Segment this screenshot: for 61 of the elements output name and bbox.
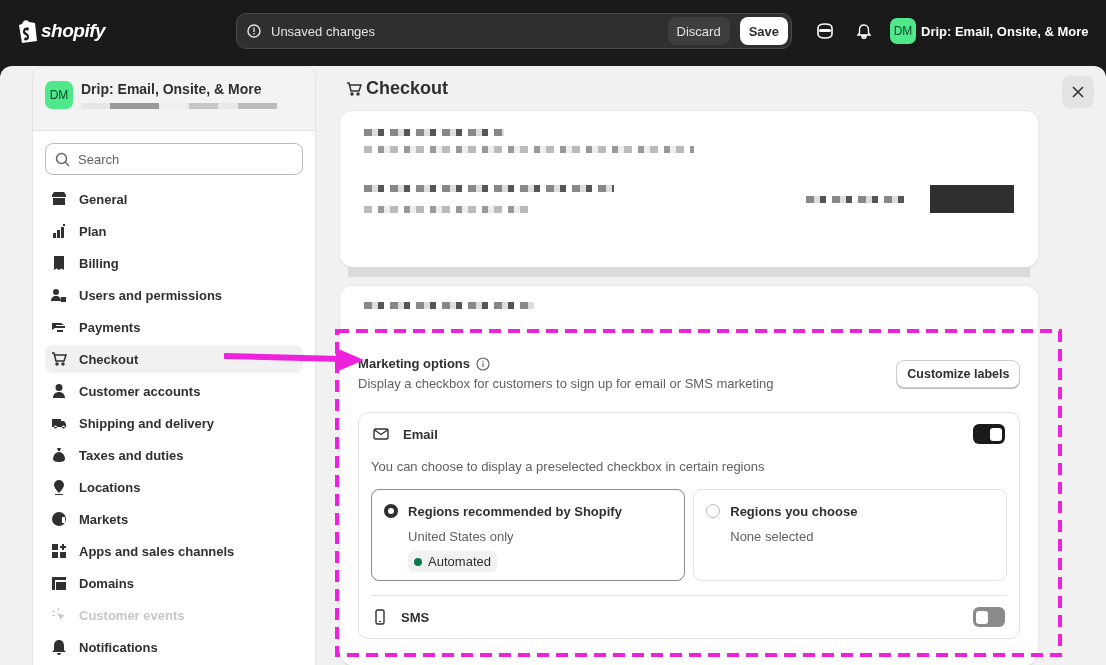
store-icon bbox=[51, 191, 67, 207]
users-icon bbox=[51, 287, 67, 303]
logo-wordmark: shopify bbox=[41, 20, 106, 42]
sidebar-item[interactable]: Shipping and delivery bbox=[45, 409, 304, 437]
pin-icon bbox=[51, 479, 67, 495]
envelope-icon bbox=[373, 427, 390, 441]
receipt-icon bbox=[51, 255, 67, 271]
unsaved-message: Unsaved changes bbox=[271, 23, 376, 39]
channel-label: SMS bbox=[401, 609, 430, 625]
option-title: Regions you choose bbox=[730, 504, 858, 519]
channel-label: Email bbox=[403, 426, 438, 442]
channel-note: You can choose to display a preselected checkbox in certain regions bbox=[371, 459, 766, 474]
region-option[interactable]: Regions recommended by Shopify United States only Automated bbox=[371, 489, 686, 581]
customize-labels-button[interactable]: Customize labels bbox=[896, 360, 1021, 388]
sidebar-item[interactable]: Checkout bbox=[45, 345, 304, 373]
sidebar-item[interactable]: Domains bbox=[45, 569, 304, 597]
sidebar-item[interactable]: General bbox=[45, 185, 304, 213]
sidebar-item[interactable]: Users and permissions bbox=[45, 281, 304, 309]
region-option[interactable]: Regions you choose None selected bbox=[693, 489, 1008, 581]
close-button[interactable] bbox=[1062, 76, 1094, 108]
cart-icon bbox=[51, 351, 67, 367]
sidebar-item[interactable]: Notifications bbox=[45, 633, 304, 661]
alert-icon bbox=[247, 24, 261, 38]
bell-icon[interactable] bbox=[856, 23, 872, 39]
store-name[interactable]: Drip: Email, Onsite, & More bbox=[921, 23, 1089, 39]
cart-icon bbox=[346, 80, 363, 97]
toggle-switch[interactable] bbox=[973, 607, 1006, 627]
option-detail: United States only bbox=[408, 529, 514, 544]
sidebar-item[interactable]: Locations bbox=[45, 473, 304, 501]
domain-icon bbox=[51, 575, 67, 591]
sidebar-item[interactable]: Markets bbox=[45, 505, 304, 533]
sidebar-item[interactable]: Taxes and duties bbox=[45, 441, 304, 469]
section-description: Display a checkbox for customers to sign up for email or SMS marketing bbox=[358, 376, 775, 391]
sidebar-item[interactable]: Plan bbox=[45, 217, 304, 245]
sidebar-item[interactable]: Apps and sales channels bbox=[45, 537, 304, 565]
store-avatar[interactable]: DM bbox=[890, 18, 916, 44]
page-title: Checkout bbox=[346, 78, 1039, 99]
discard-button[interactable]: Discard bbox=[667, 17, 730, 45]
person-icon bbox=[51, 383, 67, 399]
sidebar-item[interactable]: Customer accounts bbox=[45, 377, 304, 405]
search-icon bbox=[55, 152, 70, 167]
close-icon bbox=[1072, 86, 1085, 98]
bell-icon bbox=[51, 639, 67, 655]
store-name: Drip: Email, Onsite, & More bbox=[81, 81, 263, 97]
bar-chart-icon bbox=[51, 223, 67, 239]
store-avatar: DM bbox=[45, 81, 73, 109]
badge-label: Automated bbox=[428, 554, 491, 569]
info-icon[interactable] bbox=[476, 356, 491, 371]
phone-icon bbox=[373, 609, 388, 625]
save-button[interactable]: Save bbox=[739, 17, 788, 45]
sidebar-item[interactable]: Billing bbox=[45, 249, 304, 277]
option-detail: None selected bbox=[730, 529, 814, 544]
shopping-bag-icon bbox=[16, 19, 38, 43]
option-title: Regions recommended by Shopify bbox=[408, 504, 622, 519]
money-bag-icon bbox=[51, 447, 67, 463]
toggle-switch[interactable] bbox=[973, 424, 1006, 444]
sidebar-item[interactable]: Payments bbox=[45, 313, 304, 341]
apps-icon bbox=[51, 543, 67, 559]
radio-button[interactable] bbox=[384, 504, 399, 518]
search-field[interactable]: Search bbox=[45, 143, 304, 175]
section-title: Marketing options bbox=[358, 356, 471, 371]
